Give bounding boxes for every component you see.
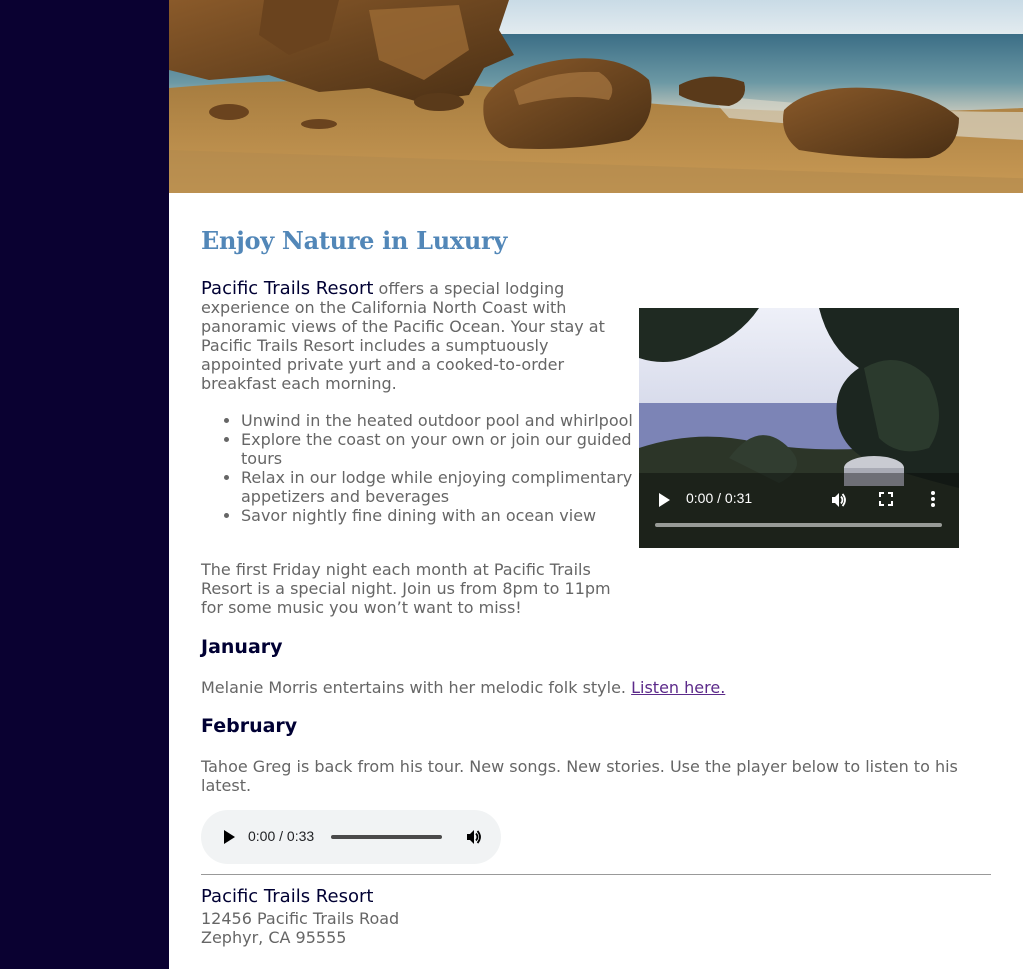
volume-icon — [832, 493, 846, 507]
audio-play-button[interactable] — [222, 829, 236, 845]
amenity-item: Unwind in the heated outdoor pool and wh… — [241, 411, 641, 430]
audio-time-display: 0:00 / 0:33 — [248, 828, 315, 844]
amenity-item: Relax in our lodge while enjoying compli… — [241, 468, 641, 506]
video-fullscreen-button[interactable] — [878, 491, 894, 507]
audio-progress-bar[interactable] — [331, 835, 442, 839]
hero-image — [169, 0, 1023, 193]
amenities-list: Unwind in the heated outdoor pool and wh… — [201, 411, 641, 525]
january-description: Melanie Morris entertains with her melod… — [201, 678, 632, 697]
january-text: Melanie Morris entertains with her melod… — [201, 678, 981, 697]
video-play-button[interactable] — [657, 492, 671, 508]
audio-volume-button[interactable] — [465, 828, 483, 846]
volume-icon — [467, 830, 481, 844]
friday-paragraph: The first Friday night each month at Pac… — [201, 560, 611, 617]
february-text: Tahoe Greg is back from his tour. New so… — [201, 757, 958, 795]
video-frame — [639, 308, 959, 548]
video-time-display: 0:00 / 0:31 — [686, 490, 753, 506]
february-heading: February — [201, 715, 298, 737]
resort-name: Pacific Trails Resort — [201, 278, 374, 299]
more-options-icon — [931, 491, 935, 507]
page-heading: Enjoy Nature in Luxury — [201, 226, 508, 255]
video-volume-button[interactable] — [830, 491, 848, 509]
play-icon — [224, 830, 235, 844]
amenity-item: Explore the coast on your own or join ou… — [241, 430, 641, 468]
intro-paragraph: Pacific Trails Resort offers a special l… — [201, 279, 611, 393]
footer-resort-name: Pacific Trails Resort — [201, 886, 374, 907]
fullscreen-icon — [879, 492, 893, 506]
video-more-options-button[interactable] — [930, 490, 936, 508]
footer-address-line1: 12456 Pacific Trails Road — [201, 909, 400, 928]
listen-here-link[interactable]: Listen here. — [631, 678, 725, 697]
play-icon — [659, 493, 670, 507]
january-heading: January — [201, 636, 283, 658]
footer-divider — [201, 874, 991, 875]
audio-player[interactable]: 0:00 / 0:33 — [201, 810, 501, 864]
amenity-item: Savor nightly fine dining with an ocean … — [241, 506, 641, 525]
footer-address-line2: Zephyr, CA 95555 — [201, 928, 347, 947]
page-wrapper: Enjoy Nature in Luxury Pacific Trails Re… — [169, 0, 1023, 969]
video-player[interactable]: 0:00 / 0:31 — [639, 308, 959, 548]
video-progress-bar[interactable] — [655, 523, 942, 527]
